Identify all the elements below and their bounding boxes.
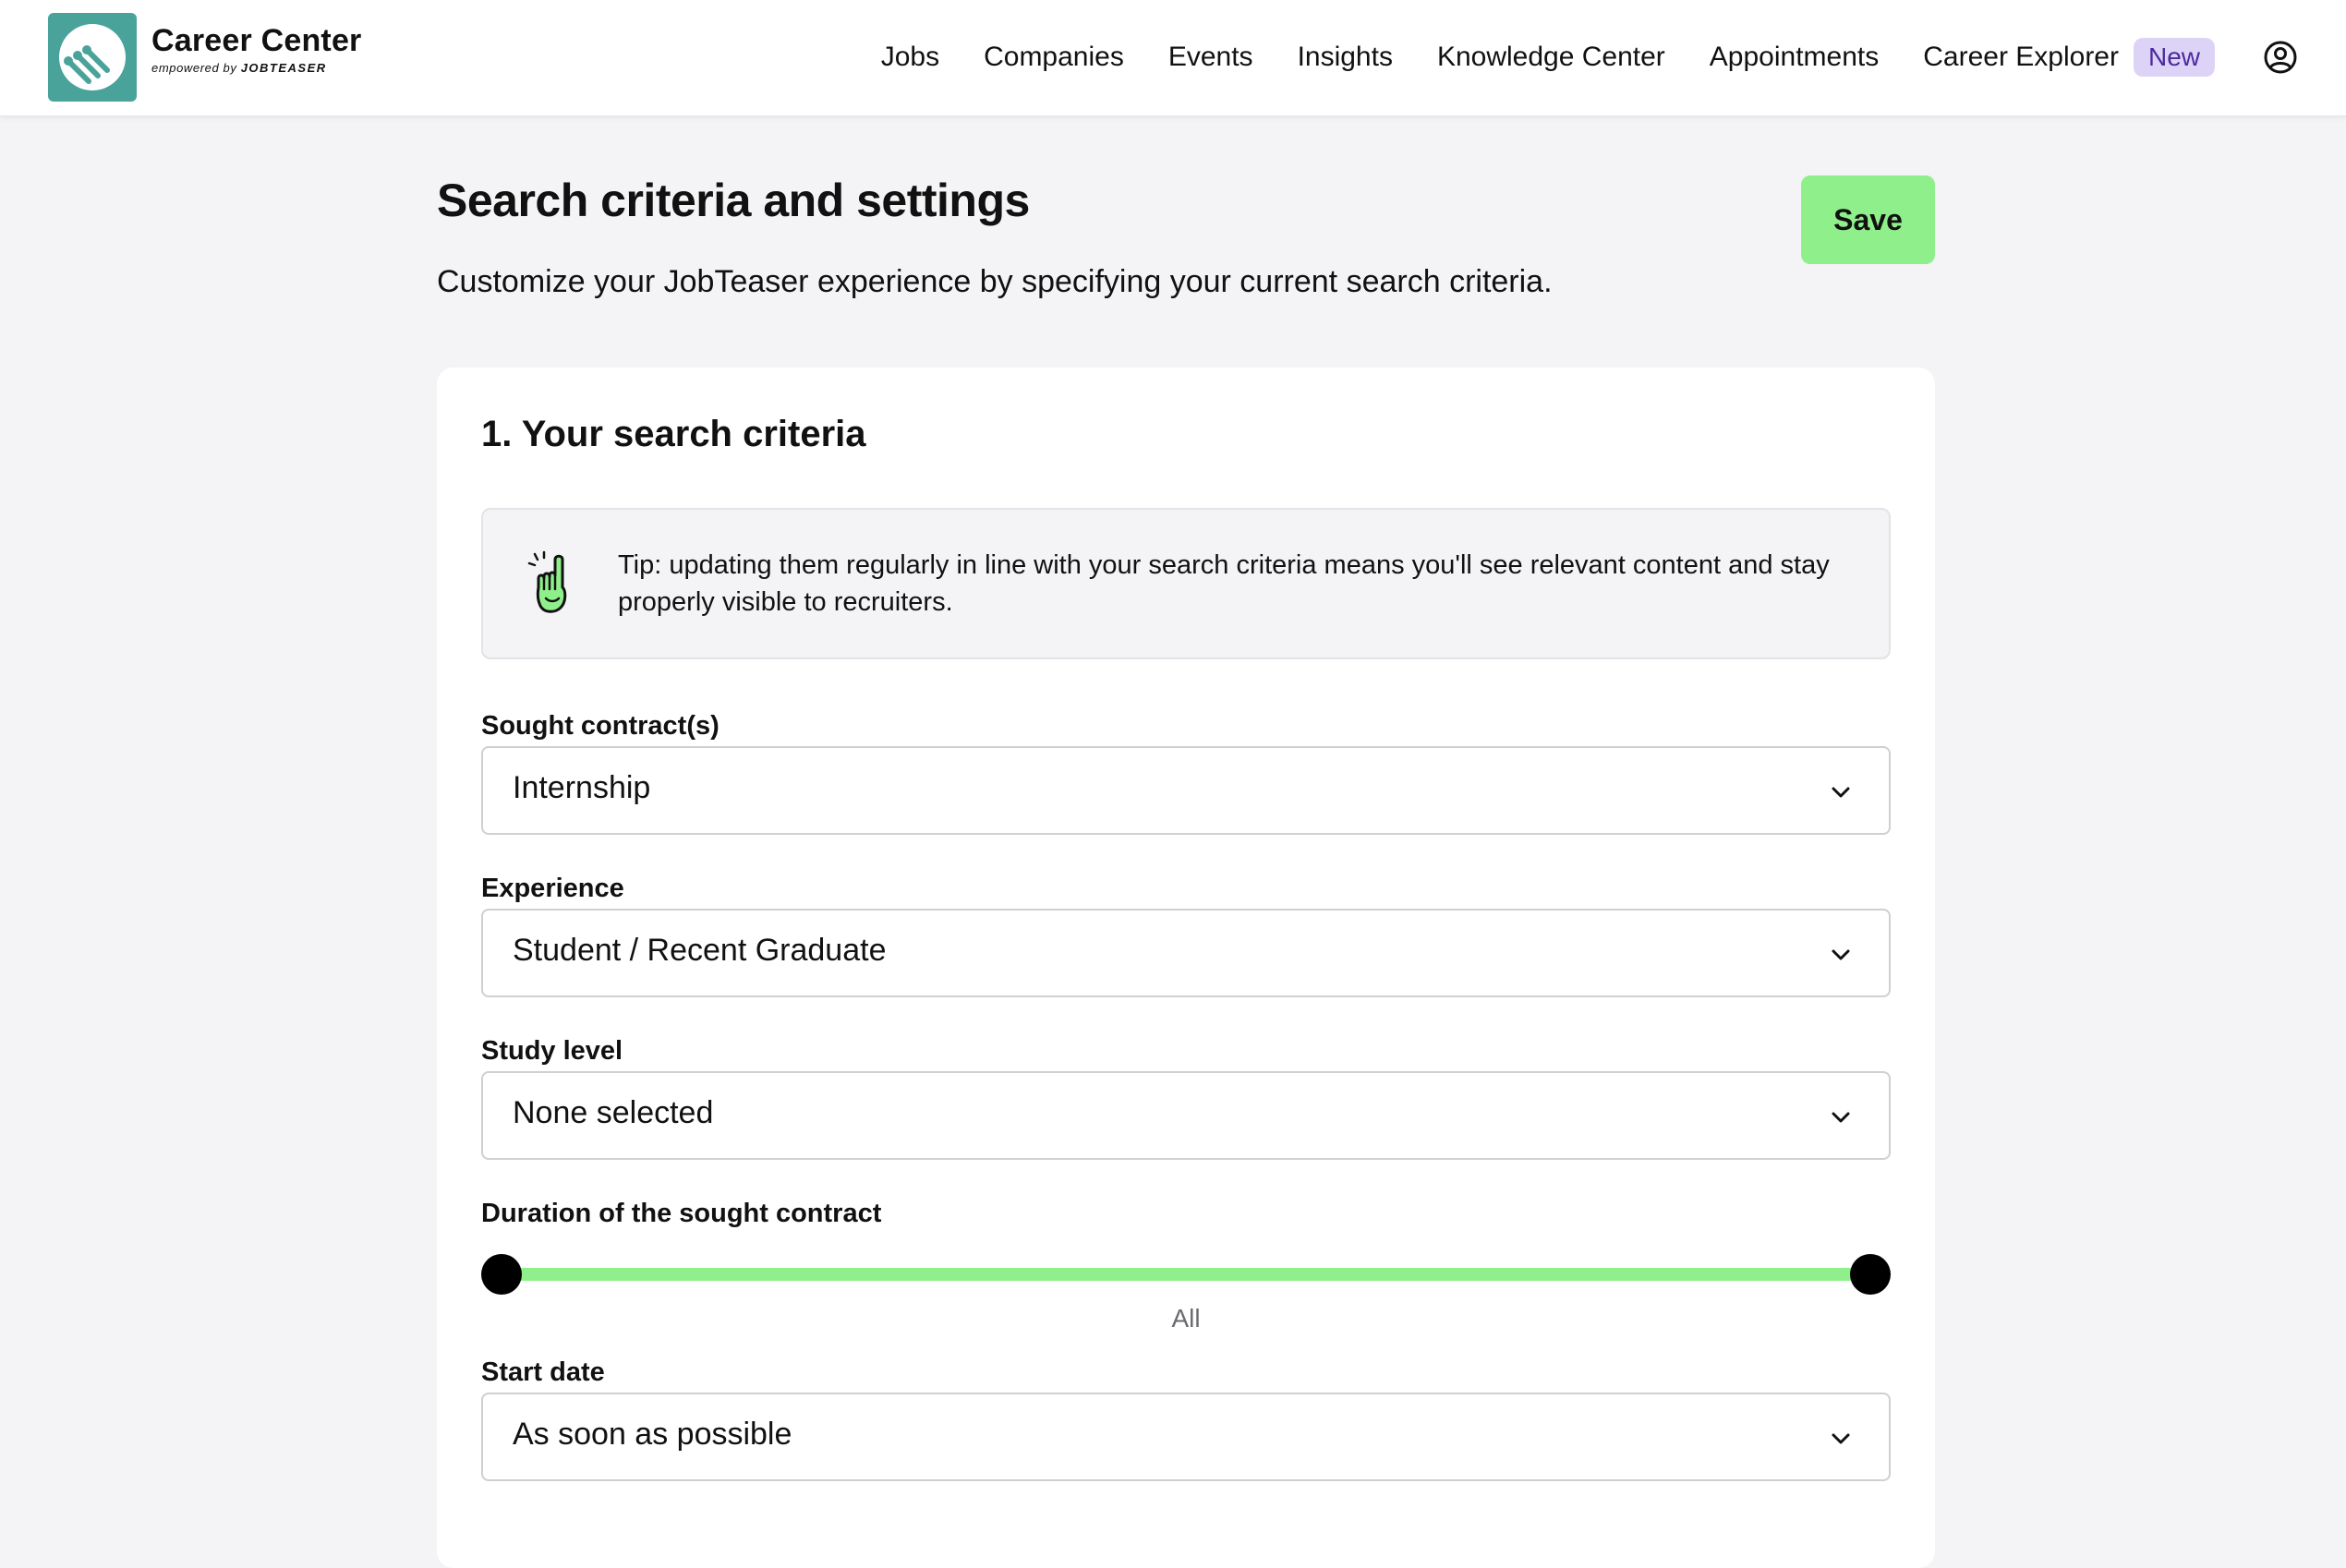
pointing-hand-icon [527,550,567,613]
start-date-label: Start date [481,1357,605,1387]
start-date-select-value: As soon as possible [513,1417,792,1452]
slider-thumb-min[interactable] [481,1254,522,1295]
nav-item-appointments[interactable]: Appointments [1710,42,1879,73]
career-center-logo[interactable] [48,13,137,102]
page-description: Customize your JobTeaser experience by s… [437,264,1553,299]
main-nav: Jobs Companies Events Insights Knowledge… [881,33,2346,81]
top-navigation-bar: Career Center empowered by JOBTEASER Job… [0,0,2346,116]
experience-label: Experience [481,874,624,903]
study-level-select-value: None selected [513,1095,714,1130]
duration-range-slider[interactable] [481,1252,1891,1297]
nav-item-jobs[interactable]: Jobs [881,42,939,73]
duration-label: Duration of the sought contract [481,1199,882,1228]
study-level-select[interactable]: None selected [481,1071,1891,1160]
page-title: Search criteria and settings [437,175,1030,226]
contract-label: Sought contract(s) [481,711,720,741]
brand-subtitle-prefix: empowered by [151,61,237,75]
brand-block: Career Center empowered by JOBTEASER [151,22,362,75]
brand-subtitle-name: JOBTEASER [240,61,327,75]
chevron-down-icon [1832,1112,1850,1123]
nav-item-career-explorer[interactable]: Career Explorer [1923,42,2119,73]
nav-item-insights[interactable]: Insights [1298,42,1393,73]
section-title: 1. Your search criteria [481,414,866,454]
contract-select[interactable]: Internship [481,746,1891,835]
slider-track[interactable] [503,1268,1868,1281]
new-badge: New [2133,38,2215,77]
tip-box: Tip: updating them regularly in line wit… [481,508,1891,659]
chevron-down-icon [1832,787,1850,798]
contract-select-value: Internship [513,770,651,805]
study-level-label: Study level [481,1036,623,1066]
nav-item-knowledge-center[interactable]: Knowledge Center [1437,42,1665,73]
experience-select[interactable]: Student / Recent Graduate [481,909,1891,997]
tip-text: Tip: updating them regularly in line wit… [618,550,1830,617]
brand-title: Career Center [151,23,362,58]
duration-caption: All [1171,1304,1201,1333]
brand-subtitle: empowered by JOBTEASER [151,61,362,75]
chevron-down-icon [1832,1433,1850,1444]
experience-select-value: Student / Recent Graduate [513,933,887,968]
nav-item-companies[interactable]: Companies [984,42,1124,73]
start-date-select[interactable]: As soon as possible [481,1393,1891,1481]
save-button[interactable]: Save [1801,175,1935,264]
user-circle-icon[interactable] [2261,38,2300,77]
slider-thumb-max[interactable] [1850,1254,1891,1295]
nav-item-events[interactable]: Events [1168,42,1253,73]
logo-mark-icon [59,24,126,90]
chevron-down-icon [1832,949,1850,960]
search-criteria-card: 1. Your search criteria Tip: updating th… [437,368,1935,1568]
